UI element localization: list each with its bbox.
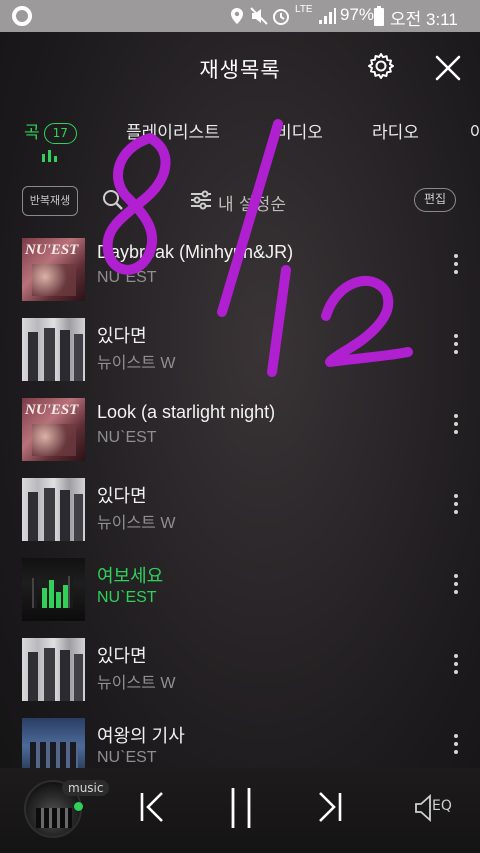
more-options-icon[interactable] bbox=[446, 734, 466, 764]
tab-video[interactable]: 비디오 bbox=[276, 118, 323, 143]
tab-songs-label: 곡 bbox=[24, 123, 40, 143]
close-icon[interactable] bbox=[434, 54, 462, 82]
equalizer-icon bbox=[42, 150, 57, 162]
song-count-badge: 17 bbox=[43, 122, 77, 144]
sort-icon bbox=[191, 190, 211, 210]
more-options-icon[interactable] bbox=[446, 574, 466, 604]
more-options-icon[interactable] bbox=[446, 334, 466, 364]
album-art bbox=[22, 718, 85, 768]
list-toolbar: 반복재생 내 설정순 편집 bbox=[0, 180, 480, 222]
song-title: 여왕의 기사 bbox=[97, 726, 185, 746]
sort-label: 내 설정순 bbox=[218, 195, 286, 215]
tab-radio[interactable]: 라디오 bbox=[372, 118, 419, 143]
more-options-icon[interactable] bbox=[446, 414, 466, 444]
list-item[interactable]: NU'EST Daybreak (Minhyun&JR) NU`EST bbox=[0, 230, 480, 310]
list-item[interactable]: 있다면 뉴이스트 W bbox=[0, 470, 480, 550]
alarm-icon bbox=[273, 9, 289, 25]
mute-icon bbox=[250, 7, 268, 25]
album-art bbox=[22, 558, 85, 621]
song-artist: NU`EST bbox=[97, 429, 157, 446]
clock: 오전 3:11 bbox=[390, 10, 458, 29]
repeat-button[interactable]: 반복재생 bbox=[22, 186, 78, 216]
song-title: Look (a starlight night) bbox=[97, 402, 276, 422]
app-notification-icon bbox=[12, 6, 32, 26]
previous-icon[interactable] bbox=[138, 790, 166, 824]
pause-icon[interactable] bbox=[228, 786, 254, 830]
list-item-now-playing[interactable]: 여보세요 NU`EST bbox=[0, 550, 480, 630]
album-art: NU'EST bbox=[22, 398, 85, 461]
header: 재생목록 bbox=[0, 32, 480, 102]
song-title: Daybreak (Minhyun&JR) bbox=[97, 242, 294, 262]
song-artist: 뉴이스트 W bbox=[97, 355, 176, 372]
more-options-icon[interactable] bbox=[446, 254, 466, 284]
more-options-icon[interactable] bbox=[446, 494, 466, 524]
edit-button[interactable]: 편집 bbox=[414, 188, 456, 212]
list-item[interactable]: 있다면 뉴이스트 W bbox=[0, 310, 480, 390]
album-art: NU'EST bbox=[22, 238, 85, 301]
album-art bbox=[22, 638, 85, 701]
more-options-icon[interactable] bbox=[446, 654, 466, 684]
eq-button[interactable]: EQ bbox=[414, 792, 458, 824]
mini-player: music EQ bbox=[0, 768, 480, 853]
tab-playlist[interactable]: 플레이리스트 bbox=[126, 118, 220, 143]
song-artist: NU`EST bbox=[97, 269, 157, 286]
page-title: 재생목록 bbox=[199, 58, 281, 82]
list-item[interactable]: 여왕의 기사 NU`EST bbox=[0, 710, 480, 768]
eq-label: EQ bbox=[432, 798, 452, 814]
status-bar: LTE 97% 오전 3:11 bbox=[0, 0, 480, 32]
list-item[interactable]: NU'EST Look (a starlight night) NU`EST bbox=[0, 390, 480, 470]
location-icon bbox=[231, 8, 243, 24]
network-type: LTE bbox=[295, 4, 313, 15]
song-artist: 뉴이스트 W bbox=[97, 515, 176, 532]
search-icon[interactable] bbox=[102, 189, 124, 211]
album-art bbox=[22, 318, 85, 381]
song-artist: NU`EST bbox=[97, 749, 157, 766]
now-playing-equalizer-icon bbox=[42, 580, 68, 608]
song-title: 있다면 bbox=[97, 646, 147, 666]
list-item[interactable]: 있다면 뉴이스트 W bbox=[0, 630, 480, 710]
signal-icon bbox=[319, 8, 336, 24]
album-art bbox=[22, 478, 85, 541]
tab-bar: 곡 17 플레이리스트 비디오 라디오 아 bbox=[0, 110, 480, 162]
battery-icon bbox=[374, 6, 384, 26]
music-source-tag: music bbox=[62, 780, 110, 796]
song-artist: 뉴이스트 W bbox=[97, 675, 176, 692]
next-icon[interactable] bbox=[316, 790, 344, 824]
gear-icon[interactable] bbox=[367, 52, 395, 80]
battery-percent: 97% bbox=[340, 5, 375, 24]
playing-indicator bbox=[74, 802, 83, 811]
tab-more[interactable]: 아 bbox=[470, 118, 480, 143]
song-title: 여보세요 bbox=[97, 566, 164, 586]
song-title: 있다면 bbox=[97, 326, 147, 346]
song-artist: NU`EST bbox=[97, 589, 157, 606]
speaker-icon bbox=[415, 794, 431, 822]
song-title: 있다면 bbox=[97, 486, 147, 506]
tab-songs[interactable]: 곡 17 bbox=[24, 118, 77, 144]
